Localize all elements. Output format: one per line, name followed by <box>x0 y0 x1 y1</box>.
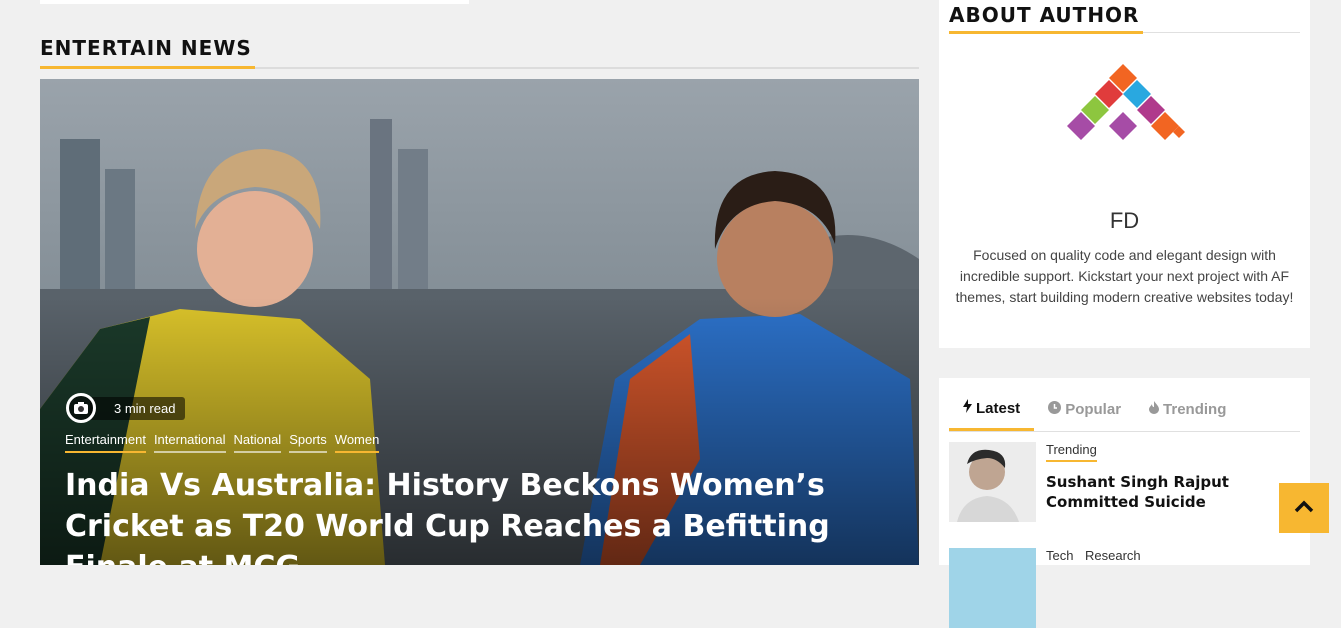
tab-bar: Latest Popular Trending <box>949 388 1300 431</box>
author-name: FD <box>1109 208 1140 233</box>
post-thumbnail[interactable] <box>949 548 1036 628</box>
category-international[interactable]: International <box>153 432 226 453</box>
post-category[interactable]: Tech <box>1046 548 1073 566</box>
widget-divider-accent <box>949 31 1143 34</box>
tab-label: Latest <box>976 399 1021 417</box>
scroll-to-top-button[interactable] <box>1279 483 1329 533</box>
tabbed-posts-widget: Latest Popular Trending Trending Sushant… <box>939 378 1310 628</box>
tab-label: Trending <box>1163 401 1227 418</box>
read-time-badge: 3 min read <box>66 393 186 423</box>
tab-divider <box>949 431 1300 432</box>
section-title: ENTERTAIN NEWS <box>40 36 252 60</box>
article-title[interactable]: India Vs Australia: History Beckons Wome… <box>65 465 905 565</box>
post-category[interactable]: Trending <box>1046 442 1097 462</box>
tab-popular[interactable]: Popular <box>1034 388 1135 431</box>
post-thumbnail[interactable] <box>949 442 1036 522</box>
tab-latest[interactable]: Latest <box>949 388 1035 431</box>
camera-icon <box>66 393 96 423</box>
post-category[interactable]: Research <box>1085 548 1141 566</box>
author-bio: Focused on quality code and elegant desi… <box>955 247 1294 305</box>
flame-icon <box>1149 401 1160 418</box>
clock-icon <box>1048 401 1062 418</box>
category-sports[interactable]: Sports <box>289 432 327 453</box>
tab-trending[interactable]: Trending <box>1135 388 1240 431</box>
featured-article[interactable]: 3 min read Entertainment International N… <box>40 79 919 565</box>
bolt-icon <box>963 399 972 417</box>
about-author-widget: ABOUT AUTHOR FD Focused on quality code … <box>939 0 1310 348</box>
category-national[interactable]: National <box>233 432 282 453</box>
author-logo <box>1067 64 1185 140</box>
section-divider-accent <box>40 66 255 69</box>
widget-title: ABOUT AUTHOR <box>949 3 1140 27</box>
tab-label: Popular <box>1065 401 1122 418</box>
read-time-text: 3 min read <box>90 396 186 420</box>
category-women[interactable]: Women <box>334 432 380 453</box>
post-title[interactable]: Sushant Singh Rajput Committed Suicide <box>1046 472 1296 512</box>
chevron-up-icon <box>1294 499 1314 518</box>
top-strip <box>40 0 469 4</box>
category-entertainment[interactable]: Entertainment <box>65 432 146 453</box>
category-list: Entertainment International National Spo… <box>65 432 387 453</box>
